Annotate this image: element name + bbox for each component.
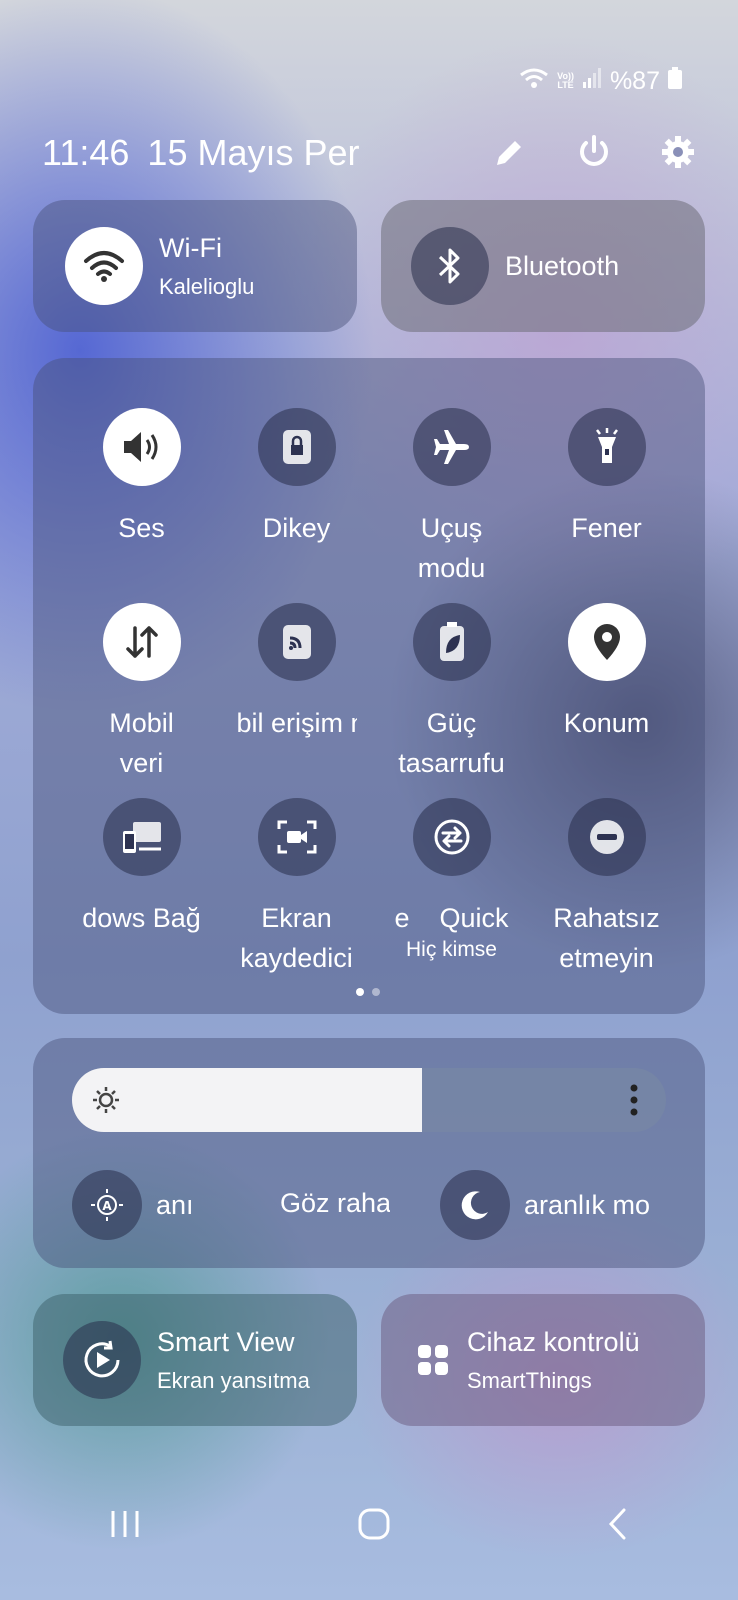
mobile-data-icon — [102, 603, 181, 681]
quick-tile-flashlight[interactable]: Fener — [529, 408, 684, 548]
quick-tile-label: dows Bağ — [82, 903, 201, 933]
smart-view-title: Smart View — [157, 1326, 295, 1357]
back-icon[interactable] — [606, 1507, 630, 1546]
page-indicator — [356, 988, 380, 996]
quick-tile-label: Rahatsız etmeyin — [553, 903, 660, 973]
adaptive-brightness-label: anı — [156, 1189, 194, 1220]
navigation-bar — [0, 1496, 738, 1556]
smart-view-tile[interactable]: Smart View Ekran yansıtma — [33, 1294, 357, 1426]
cell-signal-icon — [582, 67, 602, 96]
page-dot — [372, 988, 380, 996]
moon-icon — [440, 1170, 510, 1240]
flashlight-icon — [567, 408, 646, 486]
bluetooth-title: Bluetooth — [505, 250, 620, 281]
location-icon — [567, 603, 646, 681]
hotspot-icon — [257, 603, 336, 681]
link-to-windows-icon — [102, 798, 181, 876]
clock-text: 11:46 — [42, 132, 130, 173]
adaptive-brightness-toggle[interactable]: A anı — [72, 1170, 212, 1240]
battery-icon — [668, 66, 682, 96]
date-text: 15 Mayıs Per — [147, 132, 360, 173]
header-datetime: 11:46 15 Mayıs Per — [42, 132, 360, 174]
edit-pencil-icon[interactable] — [490, 132, 530, 172]
smart-view-subtitle: Ekran yansıtma — [157, 1367, 310, 1393]
device-control-title: Cihaz kontrolü — [467, 1326, 640, 1357]
quick-tile-hotspot[interactable]: bil erişim n — [219, 603, 374, 743]
quick-tile-quick-share[interactable]: e Quick Hiç kimse — [374, 798, 529, 962]
quick-tile-do-not-disturb[interactable]: Rahatsız etmeyin — [529, 798, 684, 978]
quick-share-icon — [412, 798, 491, 876]
quick-tile-mobile-data[interactable]: Mobil veri — [64, 603, 219, 783]
brightness-fill — [72, 1068, 423, 1132]
bluetooth-icon — [411, 227, 489, 305]
brightness-sun-icon — [92, 1086, 120, 1119]
wifi-network-name: Kalelioglu — [159, 273, 255, 299]
quick-tile-portrait[interactable]: Dikey — [219, 408, 374, 548]
svg-text:A: A — [102, 1199, 112, 1213]
dark-mode-label: aranlık mo — [524, 1189, 651, 1220]
quick-share-subtitle: Hiç kimse — [405, 938, 497, 961]
bluetooth-tile[interactable]: Bluetooth — [381, 200, 705, 332]
quick-tile-airplane[interactable]: Uçuş modu — [374, 408, 529, 588]
quick-tile-label: e Quick — [394, 903, 509, 933]
lock-rotation-icon — [257, 408, 336, 486]
speaker-icon — [102, 408, 181, 486]
quick-tile-label: Mobil veri — [109, 708, 174, 778]
header-actions — [490, 132, 698, 172]
device-control-subtitle: SmartThings — [467, 1367, 592, 1393]
quick-tile-label: Fener — [571, 513, 642, 543]
quick-tile-power-saving[interactable]: Güç tasarrufu — [374, 603, 529, 783]
device-control-tile[interactable]: Cihaz kontrolü SmartThings — [381, 1294, 705, 1426]
quick-tile-sound[interactable]: Ses — [64, 408, 219, 548]
dark-mode-toggle[interactable]: aranlık mo — [440, 1170, 674, 1240]
eye-comfort-toggle[interactable]: Göz raha — [280, 1188, 390, 1219]
home-icon[interactable] — [357, 1507, 391, 1546]
wifi-tile[interactable]: Wi-Fi Kalelioglu — [33, 200, 357, 332]
smartthings-grid-icon — [417, 1344, 449, 1376]
status-bar: Vo)) LTE %87 — [519, 66, 682, 96]
power-icon[interactable] — [574, 132, 614, 172]
quick-tile-label: Konum — [563, 708, 650, 738]
battery-text: %87 — [609, 66, 660, 95]
wifi-signal-icon — [519, 67, 549, 96]
quick-tile-label: Ekran kaydedici — [240, 903, 353, 973]
more-options-icon[interactable] — [630, 1084, 638, 1121]
brightness-slider[interactable] — [72, 1068, 666, 1132]
airplane-icon — [412, 408, 491, 486]
wifi-icon — [65, 227, 143, 305]
quick-tile-screen-recorder[interactable]: Ekran kaydedici — [219, 798, 374, 978]
quick-tile-label: Ses — [118, 513, 165, 543]
quick-tile-label: Dikey — [262, 513, 331, 543]
quick-tile-link-to-windows[interactable]: dows Bağ — [64, 798, 219, 938]
quick-tile-label: Uçuş modu — [417, 513, 486, 583]
settings-gear-icon[interactable] — [658, 132, 698, 172]
quick-tile-label: bil erişim n — [236, 708, 357, 738]
wifi-title: Wi-Fi — [159, 232, 222, 263]
volte-icon: Vo)) LTE — [557, 71, 574, 90]
quick-tile-location[interactable]: Konum — [529, 603, 684, 743]
recent-apps-icon[interactable] — [108, 1509, 142, 1544]
quick-tile-label: Güç tasarrufu — [398, 708, 505, 778]
page-dot-active — [356, 988, 364, 996]
screen-recorder-icon — [257, 798, 336, 876]
battery-saver-icon — [412, 603, 491, 681]
adaptive-brightness-icon: A — [72, 1170, 142, 1240]
do-not-disturb-icon — [567, 798, 646, 876]
eye-comfort-label: Göz raha — [280, 1188, 390, 1218]
smart-view-icon — [63, 1321, 141, 1399]
